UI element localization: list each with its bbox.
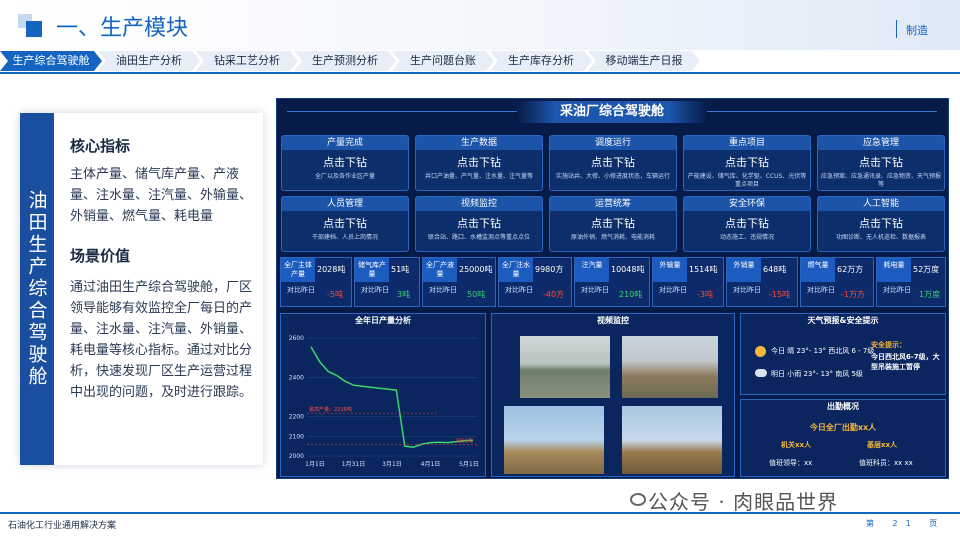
- production-line-chart: 2000 2100 2200 2400 2600 1月1日 1月31日 3月1日 4月1日 5月1…: [289, 335, 479, 468]
- card-key-projects[interactable]: 重点项目 点击下钻 产能建设、储气库、化学驱、CCUS、光伏等重点项目: [683, 135, 811, 191]
- camera-truck-image[interactable]: [622, 336, 718, 398]
- duty-leader: 值班领导：xx: [769, 459, 813, 467]
- annotation-max: 最高产量：2218吨: [309, 406, 352, 413]
- card-operations[interactable]: 运营统筹 点击下钻 原油外销、燃气消耗、电能消耗: [549, 196, 677, 252]
- heading-scenario-value: 场景价值: [70, 247, 131, 265]
- tab-bar: 生产综合驾驶舱 油田生产分析 钻采工艺分析 生产预测分析 生产问题台账 生产库存…: [0, 51, 700, 71]
- wechat-icon: [630, 493, 646, 506]
- safety-tip-label: 安全提示：: [871, 341, 906, 349]
- kpi-electricity: 耗电量 52万度 对比昨日 1万度: [876, 257, 946, 307]
- y-tick-label: 2600: [289, 335, 304, 342]
- x-tick-label: 3月1日: [382, 461, 402, 468]
- core-metrics-text: 主体产量、储气库产量、产液量、注水量、注汽量、外输量、外销量、燃气量、耗电量: [70, 167, 253, 224]
- scenario-value-text: 通过油田生产综合驾驶舱，厂区领导能够有效监控全厂每日的产量、注水量、注汽量、外销…: [70, 280, 253, 400]
- duty-staff: 值班科员：xx xx: [859, 459, 913, 467]
- camera-pumpjack-image[interactable]: [504, 406, 604, 474]
- kpi-steam-injection: 注汽量 10048吨 对比昨日 210吨: [574, 257, 650, 307]
- card-production-data[interactable]: 生产数据 点击下钻 井口产油量、产气量、注水量、注气量等: [415, 135, 543, 191]
- y-tick-label: 2200: [289, 414, 304, 421]
- card-personnel[interactable]: 人员管理 点击下钻 干部建档、人员上岗情况: [281, 196, 409, 252]
- logo-icon: [18, 14, 46, 38]
- weather-panel: 天气预报&安全提示 今日 晴 23°- 13° 西北风 6 - 7级 明日 小雨…: [740, 313, 946, 395]
- kpi-main-output: 全厂主体产量 2028吨 对比昨日 -5吨: [280, 257, 352, 307]
- weather-tomorrow: 明日 小雨 23°- 13° 南风 5级: [771, 370, 863, 378]
- card-production[interactable]: 产量完成 点击下钻 全厂以及各作业区产量: [281, 135, 409, 191]
- attendance-field: 基层xx人: [867, 441, 898, 449]
- tab-drilling[interactable]: 钻采工艺分析: [196, 51, 298, 71]
- kpi-liquid: 全厂产液量 25000吨 对比昨日 50吨: [422, 257, 496, 307]
- title-line: [287, 111, 517, 112]
- watermark: 公众号 · 肉眼品世界: [648, 490, 839, 514]
- kpi-sales: 外销量 648吨 对比昨日 -15吨: [726, 257, 798, 307]
- card-emergency[interactable]: 应急管理 点击下钻 应急预案、应急通讯录、应急物资、天气预报等: [817, 135, 945, 191]
- attendance-title: 出勤概况: [827, 402, 859, 411]
- attendance-panel: 出勤概况 今日全厂出勤xx人 机关xx人 基层xx人 值班领导：xx 值班科员：…: [740, 399, 946, 477]
- card-safety[interactable]: 安全环保 点击下钻 动态施工、违规情况: [683, 196, 811, 252]
- sun-icon: [755, 346, 766, 357]
- x-tick-label: 4月1日: [421, 461, 441, 468]
- tab-issues[interactable]: 生产问题台账: [392, 51, 494, 71]
- y-tick-label: 2100: [289, 433, 304, 440]
- page-number: 第 21 页: [866, 519, 946, 528]
- divider: [0, 72, 960, 74]
- camera-oilfield-image[interactable]: [622, 406, 722, 474]
- tab-cockpit[interactable]: 生产综合驾驶舱: [0, 51, 102, 71]
- x-tick-label: 1月1日: [305, 461, 325, 468]
- x-tick-label: 5月1日: [459, 461, 479, 468]
- x-tick-label: 1月31日: [342, 461, 365, 468]
- description-card: 油田生产综合驾驶舱 核心指标 主体产量、储气库产量、产液量、注水量、注汽量、外输…: [20, 113, 263, 465]
- title-line: [707, 111, 937, 112]
- weather-today: 今日 晴 23°- 13° 西北风 6 - 7级: [771, 347, 875, 355]
- card-ai[interactable]: 人工智能 点击下钻 功图诊断、无人机巡检、数据报表: [817, 196, 945, 252]
- video-panel: 视频监控: [491, 313, 735, 477]
- footer-line: [0, 512, 960, 514]
- page-title: 一、生产模块: [56, 16, 189, 41]
- header-tag: 制造: [906, 24, 928, 37]
- series-line: [310, 346, 474, 448]
- annotation-avg: 2059吨: [455, 437, 473, 444]
- video-title: 视频监控: [597, 316, 629, 325]
- footer-text: 石油化工行业通用解决方案: [8, 521, 117, 531]
- tab-forecast[interactable]: 生产预测分析: [294, 51, 396, 71]
- card-video[interactable]: 视频监控 点击下钻 联合站、路口、水槽监测点等重点点位: [415, 196, 543, 252]
- tab-mobile-report[interactable]: 移动端生产日报: [588, 51, 700, 71]
- dashboard-screenshot: 采油厂综合驾驶舱 产量完成 点击下钻 全厂以及各作业区产量 生产数据 点击下钻 井口产油…: [276, 98, 949, 479]
- y-tick-label: 2000: [289, 453, 304, 460]
- dashboard-title: 采油厂综合驾驶舱: [517, 101, 707, 123]
- kpi-water-injection: 全厂注水量 9980方 对比昨日 -40方: [498, 257, 572, 307]
- tab-inventory[interactable]: 生产库存分析: [490, 51, 592, 71]
- chart-title: 全年日产量分析: [355, 316, 411, 325]
- chart-panel: 全年日产量分析 2000 2100 2200 2400 2600 1月1日 1月31日 3月1…: [280, 313, 486, 477]
- heading-core-metrics: 核心指标: [70, 137, 131, 155]
- tab-oilfield-analysis[interactable]: 油田生产分析: [98, 51, 200, 71]
- kpi-gas-storage: 储气库产量 51吨 对比昨日 3吨: [354, 257, 420, 307]
- vertical-title: 油田生产综合驾驶舱: [20, 113, 54, 465]
- attendance-office: 机关xx人: [781, 441, 812, 449]
- y-tick-label: 2400: [289, 374, 304, 381]
- header-bar: 一、生产模块 制造: [0, 0, 960, 50]
- kpi-gas: 燃气量 62万方 对比昨日 -1万方: [800, 257, 874, 307]
- rain-cloud-icon: [755, 369, 767, 377]
- kpi-export: 外输量 1514吨 对比昨日 -3吨: [652, 257, 724, 307]
- safety-tip: 今日西北风6-7级，大型吊装施工暂停: [871, 353, 940, 371]
- camera-road-image[interactable]: [520, 336, 610, 398]
- attendance-total: 今日全厂出勤xx人: [809, 423, 877, 432]
- card-dispatch[interactable]: 调度运行 点击下钻 实施站井、大修、小修进度状态，车辆运行: [549, 135, 677, 191]
- weather-title: 天气预报&安全提示: [807, 316, 879, 325]
- divider: [896, 20, 897, 38]
